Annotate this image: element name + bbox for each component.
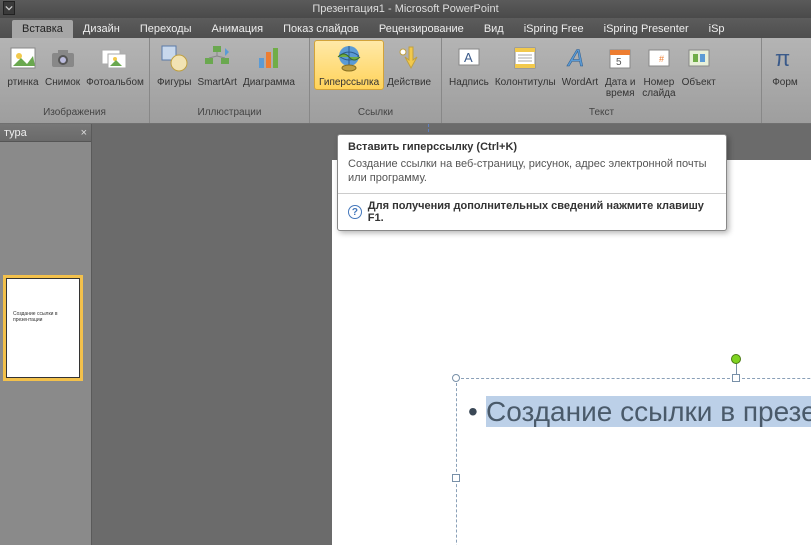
pane-header: тура × <box>0 124 91 142</box>
thumb-area[interactable]: Создание ссылки в презентации <box>0 142 91 545</box>
chart-icon <box>253 42 285 74</box>
wordart-icon: A <box>564 42 596 74</box>
object-button[interactable]: Объект <box>679 40 719 90</box>
tab-review[interactable]: Рецензирование <box>369 20 474 38</box>
resize-handle-tm[interactable] <box>732 374 740 382</box>
tab-ispring-free[interactable]: iSpring Free <box>514 20 594 38</box>
tooltip-footer: ? Для получения дополнительных сведений … <box>338 193 726 230</box>
ribbon: ртинка Снимок Фотоальбом Изображения Фиг… <box>0 38 811 124</box>
datetime-button[interactable]: 5 Дата и время <box>601 40 639 101</box>
headerfooter-icon <box>509 42 541 74</box>
group-text-label: Текст <box>442 107 761 123</box>
chart-label: Диаграмма <box>243 77 295 88</box>
tooltip-body: Создание ссылки на веб-страницу, рисунок… <box>338 157 726 193</box>
headerfooter-button[interactable]: Колонтитулы <box>492 40 559 90</box>
textbox-label: Надпись <box>449 77 489 88</box>
bullet-text[interactable]: Создание ссылки в презентации <box>486 396 811 428</box>
thumb-text: Создание ссылки в презентации <box>7 279 79 323</box>
window-title: Презентация1 - Microsoft PowerPoint <box>312 3 498 15</box>
datetime-label: Дата и время <box>605 77 636 99</box>
group-illustrations: Фигуры SmartArt Диаграмма Иллюстрации <box>150 38 310 123</box>
picture-label: ртинка <box>7 77 38 88</box>
pane-tab[interactable]: тура <box>4 127 27 139</box>
wordart-button[interactable]: A WordArt <box>559 40 602 90</box>
shapes-label: Фигуры <box>157 77 191 88</box>
hyperlink-tooltip: Вставить гиперссылку (Ctrl+K) Создание с… <box>337 134 727 231</box>
wordart-label: WordArt <box>562 77 599 88</box>
snapshot-label: Снимок <box>45 77 80 88</box>
title-bar: Презентация1 - Microsoft PowerPoint <box>0 0 811 18</box>
group-images-label: Изображения <box>0 107 149 123</box>
shapes-button[interactable]: Фигуры <box>154 40 194 90</box>
group-text: A Надпись Колонтитулы A WordArt 5 Дата и вр… <box>442 38 762 123</box>
camera-icon <box>47 42 79 74</box>
info-icon: ? <box>348 205 362 219</box>
photoalbum-button[interactable]: Фотоальбом <box>83 40 147 90</box>
content-placeholder[interactable]: Создание ссылки в презентации <box>456 378 811 545</box>
group-images: ртинка Снимок Фотоальбом Изображения <box>0 38 150 123</box>
slidenum-icon: # <box>643 42 675 74</box>
tab-slideshow[interactable]: Показ слайдов <box>273 20 369 38</box>
slide-thumbnail[interactable]: Создание ссылки в презентации <box>6 278 80 378</box>
action-icon <box>393 42 425 74</box>
tab-animation[interactable]: Анимация <box>201 20 273 38</box>
qat-dropdown-icon[interactable] <box>3 1 15 15</box>
tab-insert[interactable]: Вставка <box>12 20 73 38</box>
group-illustrations-label: Иллюстрации <box>150 107 309 123</box>
equation-label: Форм <box>772 77 798 88</box>
smartart-icon <box>201 42 233 74</box>
smartart-button[interactable]: SmartArt <box>194 40 239 90</box>
group-symbols: π Форм <box>762 38 810 123</box>
hyperlink-label: Гиперссылка <box>319 77 379 88</box>
tab-design[interactable]: Дизайн <box>73 20 130 38</box>
slidenum-label: Номер слайда <box>642 77 675 99</box>
resize-handle-ml[interactable] <box>452 474 460 482</box>
svg-text:5: 5 <box>616 57 622 68</box>
textbox-icon: A <box>453 42 485 74</box>
group-links: Гиперссылка Действие Ссылки <box>310 38 442 123</box>
headerfooter-label: Колонтитулы <box>495 77 556 88</box>
svg-text:A: A <box>566 45 584 72</box>
tab-ispring-presenter[interactable]: iSpring Presenter <box>594 20 699 38</box>
photoalbum-icon <box>99 42 131 74</box>
tooltip-footer-text: Для получения дополнительных сведений на… <box>368 200 716 224</box>
photoalbum-label: Фотоальбом <box>86 77 144 88</box>
ribbon-tabs: Вставка Дизайн Переходы Анимация Показ с… <box>0 18 811 38</box>
object-label: Объект <box>682 77 716 88</box>
action-button[interactable]: Действие <box>384 40 434 90</box>
svg-text:A: A <box>464 50 473 65</box>
datetime-icon: 5 <box>604 42 636 74</box>
slides-pane: тура × Создание ссылки в презентации <box>0 124 92 545</box>
object-icon <box>683 42 715 74</box>
slidenum-button[interactable]: # Номер слайда <box>639 40 678 101</box>
tab-ispring-cut[interactable]: iSp <box>699 20 735 38</box>
tab-transitions[interactable]: Переходы <box>130 20 202 38</box>
rotation-handle[interactable] <box>731 354 741 364</box>
tooltip-title: Вставить гиперссылку (Ctrl+K) <box>338 135 726 157</box>
tab-view[interactable]: Вид <box>474 20 514 38</box>
smartart-label: SmartArt <box>197 77 236 88</box>
svg-text:π: π <box>775 46 790 71</box>
hyperlink-button[interactable]: Гиперссылка <box>314 40 384 90</box>
shapes-icon <box>158 42 190 74</box>
textbox-button[interactable]: A Надпись <box>446 40 492 90</box>
chart-button[interactable]: Диаграмма <box>240 40 298 90</box>
picture-icon <box>7 42 39 74</box>
equation-button[interactable]: π Форм <box>766 40 804 90</box>
snapshot-button[interactable]: Снимок <box>42 40 83 90</box>
group-links-label: Ссылки <box>310 107 441 123</box>
action-label: Действие <box>387 77 431 88</box>
close-pane-icon[interactable]: × <box>81 127 87 139</box>
globe-link-icon <box>333 42 365 74</box>
svg-text:#: # <box>659 54 664 64</box>
pi-icon: π <box>769 42 801 74</box>
picture-button[interactable]: ртинка <box>4 40 42 90</box>
resize-handle-tl[interactable] <box>452 374 460 382</box>
